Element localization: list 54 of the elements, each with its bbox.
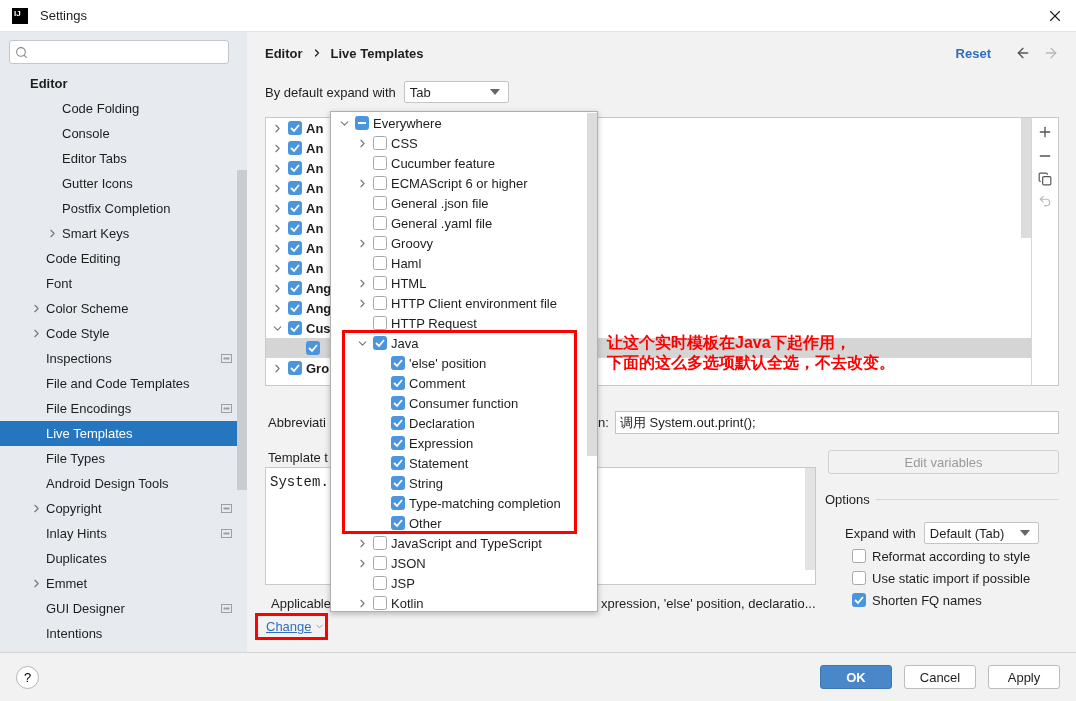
context-label: Cucumber feature	[391, 155, 496, 171]
context-label: Type-matching completion	[409, 495, 561, 511]
context-label: Other	[409, 515, 442, 531]
annotation-text: 下面的这么多选项默认全选，不去改变。	[607, 353, 895, 373]
options-heading: Options	[825, 491, 870, 507]
context-label: 'else' position	[409, 355, 487, 371]
annotation-text: 让这个实时模板在Java下起作用，	[607, 333, 852, 353]
template-group-label: An	[306, 260, 324, 276]
context-label: HTTP Request	[391, 315, 477, 331]
template-group-label: An	[306, 160, 324, 176]
applicable-contexts-text: xpression, 'else' position, declaratio...	[601, 595, 816, 611]
app-icon: IJ	[12, 7, 28, 24]
checkbox-label: Reformat according to style	[872, 548, 1031, 564]
checkbox-label: Use static import if possible	[872, 570, 1031, 586]
context-label: ECMAScript 6 or higher	[391, 175, 528, 191]
context-label: JavaScript and TypeScript	[391, 535, 542, 551]
context-label: Java	[391, 335, 419, 351]
template-group-label: Cus	[306, 320, 331, 336]
expand-with-label: Expand with	[845, 525, 916, 541]
description-label: n:	[598, 415, 609, 430]
breadcrumb-item: Editor	[265, 45, 303, 61]
context-label: Groovy	[391, 235, 433, 251]
context-label: String	[409, 475, 443, 491]
context-label: Expression	[409, 435, 474, 451]
template-group-label: Ang	[306, 280, 332, 296]
template-group-label: An	[306, 180, 324, 196]
context-label: Consumer function	[409, 395, 519, 411]
template-text-label: Template t	[268, 450, 328, 467]
context-label: Statement	[409, 455, 469, 471]
context-label: CSS	[391, 135, 418, 151]
context-label: General .yaml file	[391, 215, 493, 231]
breadcrumb-item: Live Templates	[330, 45, 424, 61]
template-group-label: Ang	[306, 300, 332, 316]
context-label: Haml	[391, 255, 422, 271]
template-group-label: Gro	[306, 360, 330, 376]
abbreviation-label: Abbreviati	[268, 415, 326, 430]
expand-label: By default expand with	[265, 84, 396, 100]
template-group-label: An	[306, 240, 324, 256]
context-label: JSON	[391, 555, 426, 571]
context-label: JSP	[391, 575, 415, 591]
template-group-label: An	[306, 120, 324, 136]
context-label: Comment	[409, 375, 466, 391]
context-label: HTTP Client environment file	[391, 295, 557, 311]
template-group-label: An	[306, 200, 324, 216]
checkbox-label: Shorten FQ names	[872, 592, 982, 608]
window-title: Settings	[40, 8, 88, 23]
context-label: HTML	[391, 275, 427, 291]
context-label: Kotlin	[391, 595, 424, 611]
template-group-label: An	[306, 140, 324, 156]
context-label: Declaration	[409, 415, 475, 431]
context-label: General .json file	[391, 195, 489, 211]
applicable-label: Applicable	[271, 595, 331, 611]
template-group-label: An	[306, 220, 324, 236]
context-label: Everywhere	[373, 115, 442, 131]
